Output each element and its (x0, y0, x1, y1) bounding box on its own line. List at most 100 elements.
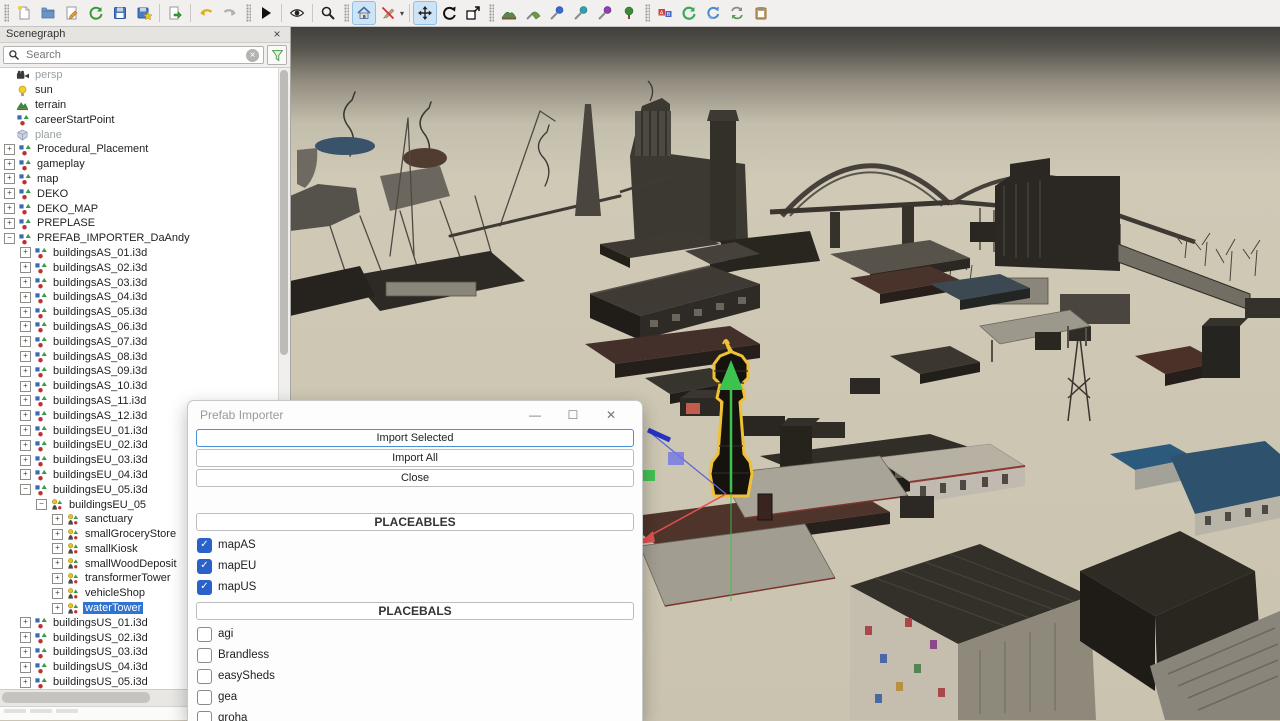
tree-expander-icon[interactable]: + (20, 336, 31, 347)
tree-expander-icon[interactable]: + (4, 159, 15, 170)
tree-expander-icon[interactable]: + (52, 603, 63, 614)
redo-button[interactable] (218, 1, 242, 25)
reload-button[interactable] (84, 1, 108, 25)
translate-tool-button[interactable] (413, 1, 437, 25)
close-button[interactable]: Close (196, 469, 634, 487)
tree-item-terrain[interactable]: terrain (0, 98, 290, 113)
checkbox-mapUS[interactable]: ✓ (197, 580, 212, 595)
tree-expander-icon[interactable]: + (20, 366, 31, 377)
toolbar-grip[interactable] (645, 4, 650, 22)
tree-item-careerstartpoint[interactable]: careerStartPoint (0, 112, 290, 127)
tree-expander-icon[interactable]: − (20, 484, 31, 495)
tree-expander-icon[interactable]: + (20, 321, 31, 332)
tree-item-procedural-placement[interactable]: +Procedural_Placement (0, 142, 290, 157)
checkbox-mapAS[interactable]: ✓ (197, 538, 212, 553)
terrain-paint-teal-button[interactable] (569, 1, 593, 25)
foliage-tree-button[interactable] (617, 1, 641, 25)
tree-expander-icon[interactable]: + (52, 588, 63, 599)
tree-expander-icon[interactable]: + (20, 395, 31, 406)
tree-expander-icon[interactable]: + (20, 617, 31, 628)
tree-expander-icon[interactable]: + (4, 218, 15, 229)
toolbar-grip[interactable] (4, 4, 9, 22)
open-folder-button[interactable] (36, 1, 60, 25)
rotate-tool-button[interactable] (437, 1, 461, 25)
tree-expander-icon[interactable]: + (20, 647, 31, 658)
new-file-button[interactable] (12, 1, 36, 25)
tree-expander-icon[interactable]: + (4, 188, 15, 199)
tree-expander-icon[interactable]: + (20, 410, 31, 421)
tree-item-plane[interactable]: plane (0, 127, 290, 142)
magnifier-button[interactable] (316, 1, 340, 25)
tree-item-buildingsas-05-i3d[interactable]: +buildingsAS_05.i3d (0, 305, 290, 320)
tree-expander-icon[interactable]: + (20, 307, 31, 318)
tree-expander-icon[interactable]: + (20, 247, 31, 258)
terrain-sculpt-button[interactable] (497, 1, 521, 25)
search-input[interactable] (24, 48, 242, 62)
tree-expander-icon[interactable]: + (20, 381, 31, 392)
minimize-icon[interactable]: — (516, 408, 554, 422)
tree-item-buildingsas-06-i3d[interactable]: +buildingsAS_06.i3d (0, 320, 290, 335)
tree-item-buildingsas-09-i3d[interactable]: +buildingsAS_09.i3d (0, 364, 290, 379)
tree-item-preplase[interactable]: +PREPLASE (0, 216, 290, 231)
gizmo-plane-handle-blue[interactable] (668, 452, 684, 465)
toolbar-grip[interactable] (344, 4, 349, 22)
recycle-button[interactable] (701, 1, 725, 25)
save-button[interactable] (108, 1, 132, 25)
tree-expander-icon[interactable]: + (20, 262, 31, 273)
dialog-titlebar[interactable]: Prefab Importer — ☐ ✕ (188, 401, 642, 428)
tree-item-map[interactable]: +map (0, 172, 290, 187)
tree-item-gameplay[interactable]: +gameplay (0, 157, 290, 172)
scenegraph-close-icon[interactable]: × (270, 27, 284, 41)
tree-expander-icon[interactable]: + (4, 173, 15, 184)
checkbox-mapEU[interactable]: ✓ (197, 559, 212, 574)
tree-expander-icon[interactable]: + (52, 543, 63, 554)
tree-expander-icon[interactable]: + (20, 425, 31, 436)
home-focus-button[interactable] (352, 1, 376, 25)
replace-object-button[interactable] (725, 1, 749, 25)
toolbar-grip[interactable] (246, 4, 251, 22)
tree-expander-icon[interactable]: + (20, 440, 31, 451)
tree-expander-icon[interactable]: + (20, 677, 31, 688)
tree-expander-icon[interactable]: + (52, 558, 63, 569)
tree-expander-icon[interactable]: + (52, 514, 63, 525)
tree-expander-icon[interactable]: + (20, 455, 31, 466)
maximize-icon[interactable]: ☐ (554, 408, 592, 422)
tree-item-prefab-importer-daandy[interactable]: −PREFAB_IMPORTER_DaAndy (0, 231, 290, 246)
checkbox-groha[interactable] (197, 711, 212, 721)
edit-script-button[interactable] (60, 1, 84, 25)
tree-expander-icon[interactable]: + (4, 203, 15, 214)
terrain-paint-blue-button[interactable] (545, 1, 569, 25)
reload-green-button[interactable] (677, 1, 701, 25)
toolbar-grip[interactable] (489, 4, 494, 22)
import-selected-button[interactable]: Import Selected (196, 429, 634, 447)
search-clear-icon[interactable]: × (246, 49, 259, 62)
undo-button[interactable] (194, 1, 218, 25)
scale-tool-button[interactable] (461, 1, 485, 25)
terrain-paint-purple-button[interactable] (593, 1, 617, 25)
save-as-button[interactable] (132, 1, 156, 25)
tree-item-buildingsas-04-i3d[interactable]: +buildingsAS_04.i3d (0, 290, 290, 305)
scrollbar-thumb[interactable] (2, 692, 150, 703)
tree-expander-icon[interactable]: − (4, 233, 15, 244)
export-file-button[interactable] (163, 1, 187, 25)
tree-expander-icon[interactable]: + (20, 351, 31, 362)
import-all-button[interactable]: Import All (196, 449, 634, 467)
tree-expander-icon[interactable]: + (52, 529, 63, 540)
dropdown-caret-icon[interactable]: ▾ (400, 9, 404, 18)
tree-expander-icon[interactable]: + (20, 277, 31, 288)
text-object-button[interactable]: AB (653, 1, 677, 25)
tree-expander-icon[interactable]: − (36, 499, 47, 510)
tree-item-deko[interactable]: +DEKO (0, 186, 290, 201)
tree-expander-icon[interactable]: + (20, 632, 31, 643)
checkbox-easySheds[interactable] (197, 669, 212, 684)
paste-object-button[interactable] (749, 1, 773, 25)
play-button[interactable] (254, 1, 278, 25)
gizmo-plane-handle-green[interactable] (642, 470, 655, 481)
paint-disabled-button[interactable] (376, 1, 400, 25)
close-icon[interactable]: ✕ (592, 408, 630, 422)
tree-expander-icon[interactable]: + (4, 144, 15, 155)
tree-expander-icon[interactable]: + (20, 292, 31, 303)
terrain-smooth-button[interactable] (521, 1, 545, 25)
checkbox-agi[interactable] (197, 627, 212, 642)
tree-item-deko-map[interactable]: +DEKO_MAP (0, 201, 290, 216)
